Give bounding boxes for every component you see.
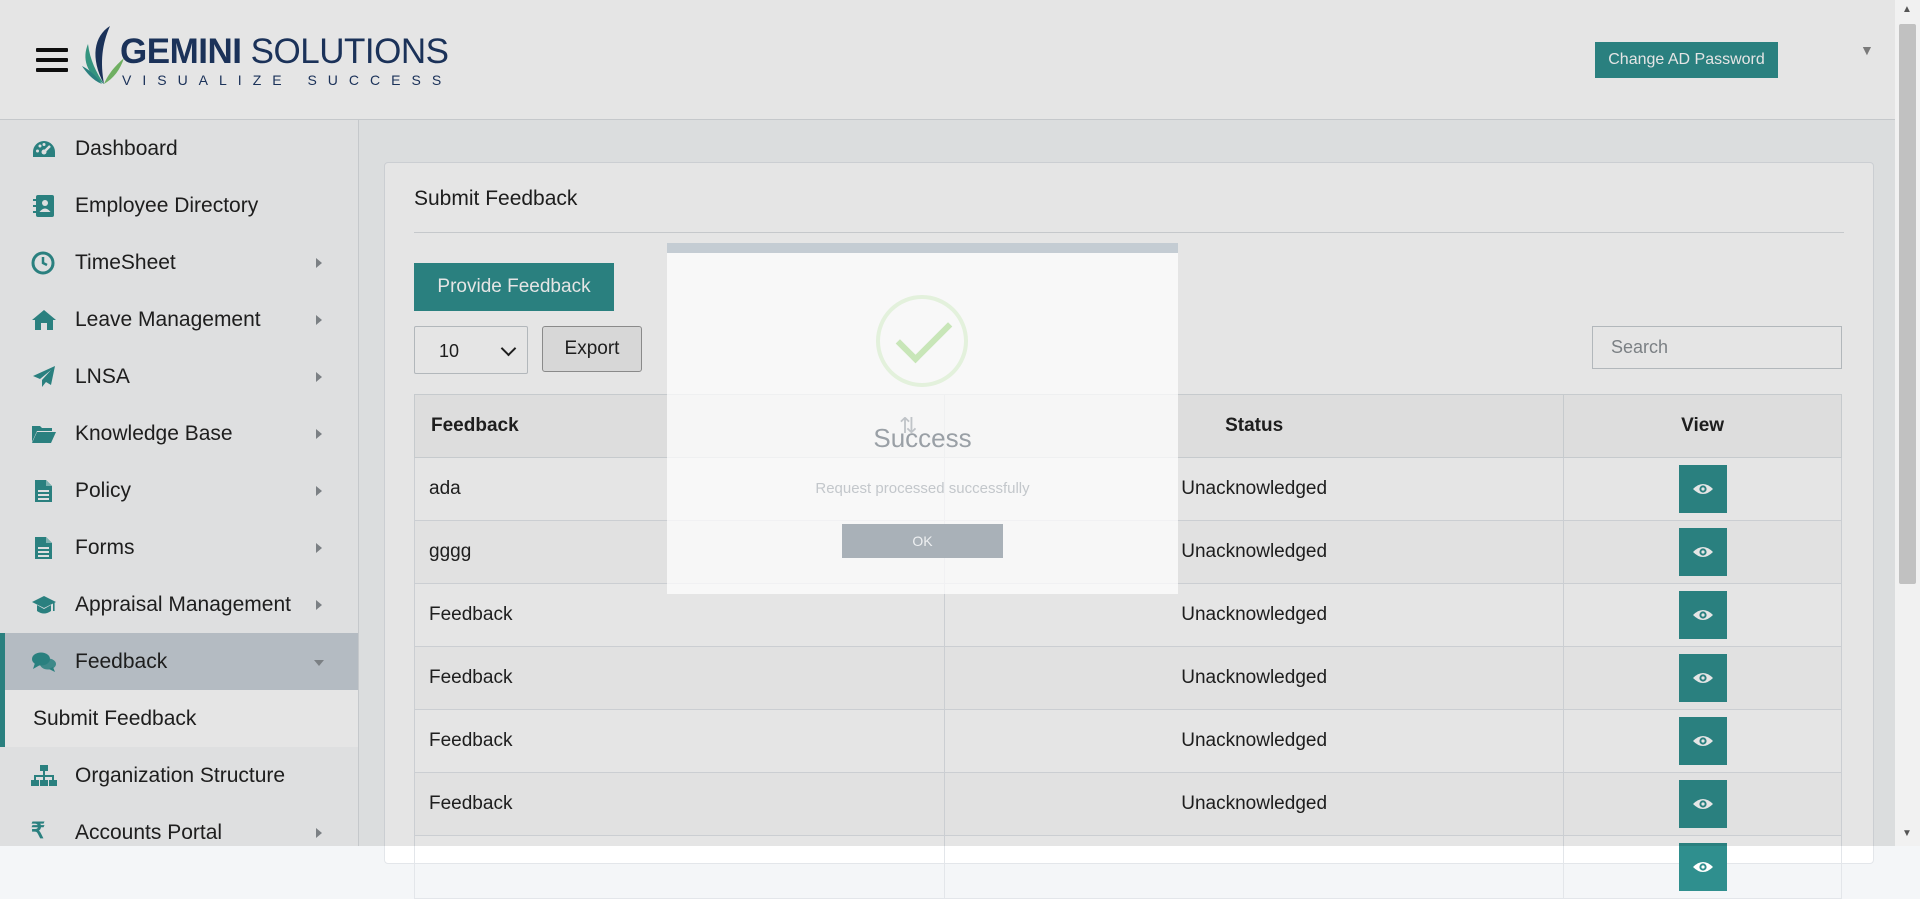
scroll-down-arrow-icon[interactable]: ▼ xyxy=(1902,828,1912,839)
scrollbar-thumb[interactable] xyxy=(1899,24,1916,584)
dialog-top-bar xyxy=(667,243,1178,253)
scroll-up-arrow-icon[interactable]: ▲ xyxy=(1902,4,1912,15)
view-eye-button[interactable] xyxy=(1678,843,1727,891)
dialog-title: Success xyxy=(873,423,972,453)
success-dialog: ⇅ Success Request processed successfully… xyxy=(667,243,1178,594)
eye-icon xyxy=(1692,862,1713,872)
dialog-message: Request processed successfully xyxy=(815,480,1030,497)
checkmark-icon xyxy=(876,295,968,387)
page-scrollbar[interactable]: ▲ ▼ xyxy=(1895,0,1920,846)
ok-button[interactable]: OK xyxy=(842,524,1003,558)
